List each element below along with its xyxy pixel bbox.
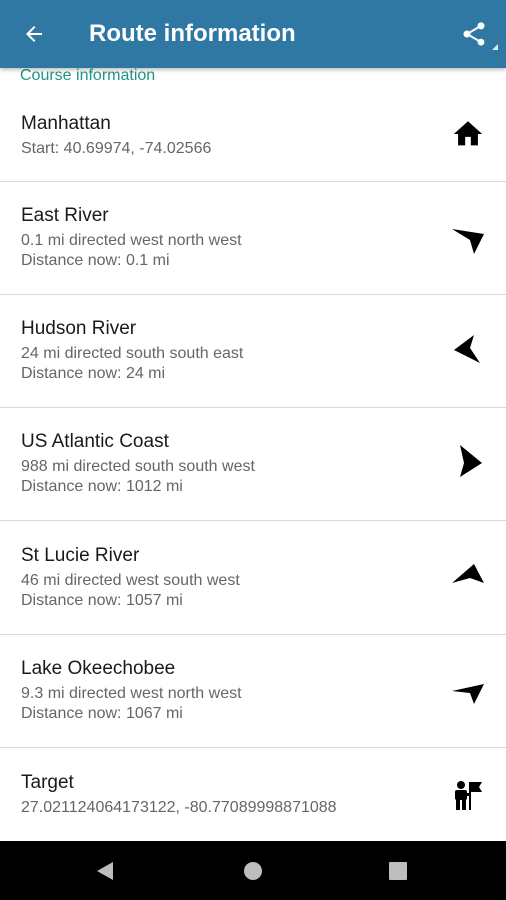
share-icon: [463, 22, 485, 46]
item-title: Manhattan: [21, 113, 111, 134]
item-title: Lake Okeechobee: [21, 658, 176, 679]
app-bar: Route information: [0, 0, 506, 68]
list-item[interactable]: East River 0.1 mi directed west north we…: [0, 182, 506, 295]
page-title: Route information: [89, 20, 296, 47]
item-title: St Lucie River: [21, 545, 140, 566]
nav-back-triangle-icon: [97, 862, 113, 880]
item-title: East River: [21, 205, 109, 226]
list-item[interactable]: Target 27.021124064173122, -80.770899988…: [0, 748, 506, 840]
direction-arrow-icon: [450, 331, 486, 367]
system-nav-bar: [0, 841, 506, 900]
section-header: Course information: [20, 68, 156, 84]
item-distance: Distance now: 0.1 mi: [21, 252, 170, 269]
item-direction: 24 mi directed south south east: [21, 345, 244, 362]
item-direction: 46 mi directed west south west: [21, 572, 240, 589]
list-item[interactable]: Manhattan Start: 40.69974, -74.02566: [0, 102, 506, 182]
list-item[interactable]: Hudson River 24 mi directed south south …: [0, 295, 506, 408]
item-distance: Distance now: 24 mi: [21, 365, 166, 382]
route-list: Course information Manhattan Start: 40.6…: [0, 68, 506, 841]
direction-arrow-icon: [450, 222, 486, 258]
item-distance: Distance now: 1057 mi: [21, 592, 183, 609]
item-distance: Distance now: 1012 mi: [21, 478, 183, 495]
item-title: Target: [21, 772, 74, 793]
item-direction: 9.3 mi directed west north west: [21, 685, 242, 702]
share-button[interactable]: [452, 12, 496, 56]
list-item[interactable]: US Atlantic Coast 988 mi directed south …: [0, 408, 506, 521]
nav-recents-square-icon: [389, 862, 407, 880]
home-icon: [450, 116, 486, 152]
nav-home-button[interactable]: [233, 851, 273, 891]
direction-arrow-icon: [450, 559, 486, 595]
item-distance: Distance now: 1067 mi: [21, 705, 183, 722]
direction-arrow-icon: [450, 443, 486, 479]
nav-home-circle-icon: [244, 862, 262, 880]
item-direction: 0.1 mi directed west north west: [21, 232, 242, 249]
back-button[interactable]: [14, 14, 54, 54]
nav-back-button[interactable]: [85, 851, 125, 891]
item-direction: 988 mi directed south south west: [21, 458, 255, 475]
target-flag-person-icon: [450, 777, 486, 813]
nav-recents-button[interactable]: [378, 851, 418, 891]
item-title: US Atlantic Coast: [21, 431, 169, 452]
item-target-coords: 27.021124064173122, -80.77089998871088: [21, 799, 337, 816]
overflow-indicator-icon: [492, 44, 498, 50]
list-item[interactable]: St Lucie River 46 mi directed west south…: [0, 521, 506, 635]
item-start-coords: Start: 40.69974, -74.02566: [21, 140, 212, 157]
direction-arrow-icon: [450, 674, 486, 710]
arrow-back-icon: [26, 26, 42, 42]
item-title: Hudson River: [21, 318, 137, 339]
list-item[interactable]: Lake Okeechobee 9.3 mi directed west nor…: [0, 635, 506, 748]
